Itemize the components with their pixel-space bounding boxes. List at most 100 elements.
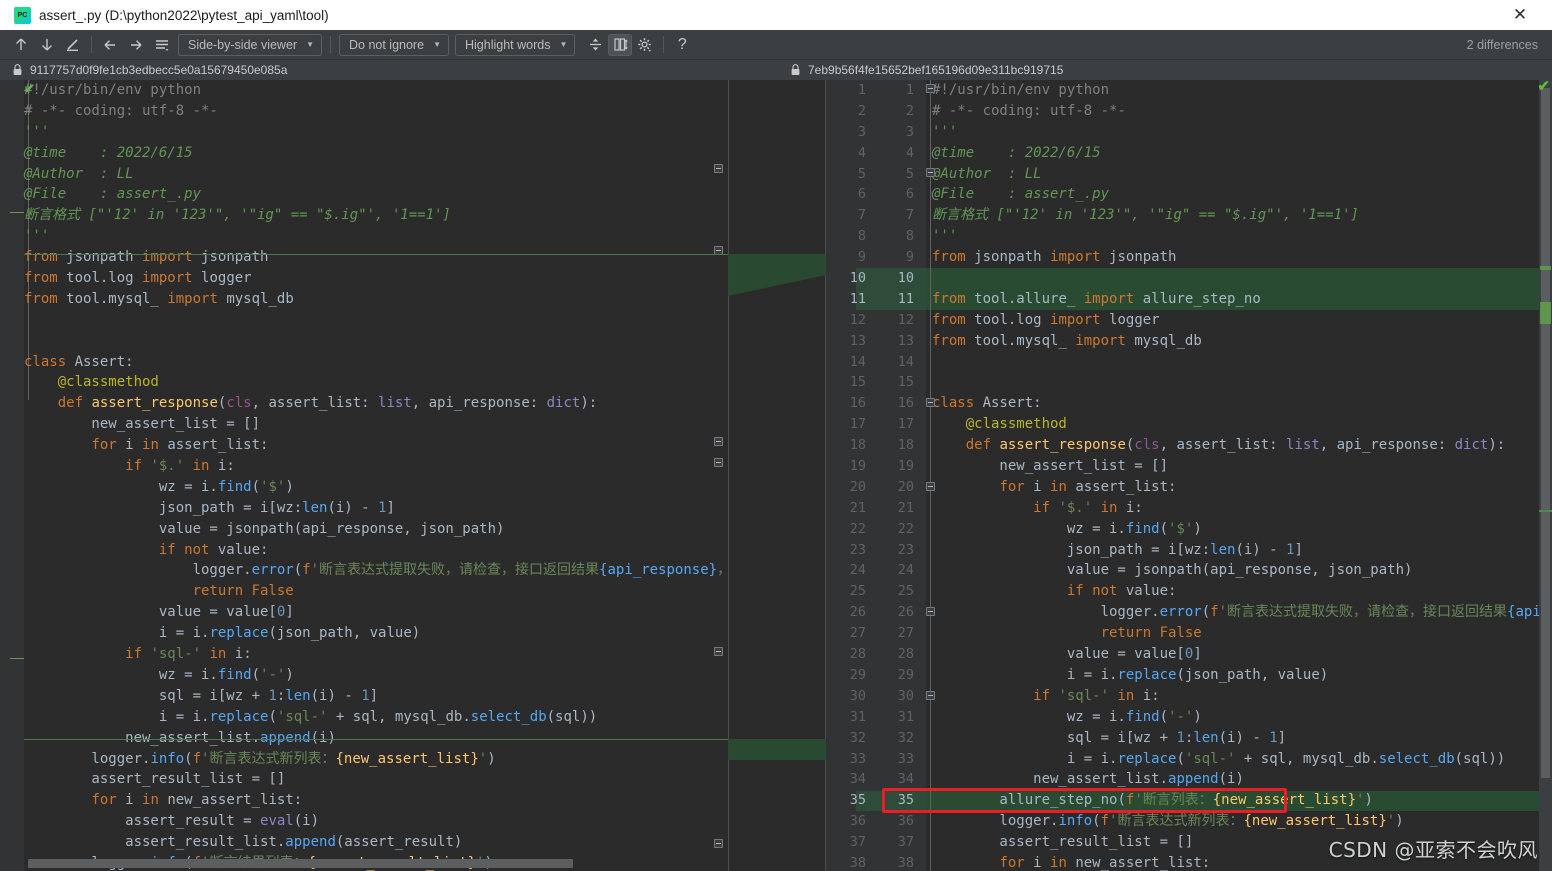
right-new-line-numbers: 1 2 3 4 5 6 7 8 9 10 11 12 13 14 15 16 17 18 19 20 21 22 23 24 2…	[872, 80, 920, 871]
close-window-button[interactable]: ✕	[1500, 0, 1540, 30]
line-number: 6	[905, 186, 914, 203]
code-token: mysql_db	[1134, 332, 1202, 349]
change-marker[interactable]	[1539, 510, 1552, 512]
code-token: @classmethod	[932, 416, 1067, 433]
left-diff-pane[interactable]: #!/usr/bin/env python # -*- coding: utf-8…	[0, 80, 728, 871]
collapse-unchanged-icon[interactable]	[582, 33, 608, 57]
code-token: json_path = i[wz:	[932, 541, 1211, 558]
code-token: ]	[1294, 541, 1303, 558]
go-forward-icon[interactable]	[123, 33, 149, 57]
diff-panes: #!/usr/bin/env python # -*- coding: utf-8…	[0, 80, 1552, 871]
diff-options-menu-icon[interactable]	[149, 33, 175, 57]
ignore-mode-dropdown[interactable]: Do not ignore ▼	[339, 33, 449, 56]
code-token: value = jsonpath(api_response, json_path…	[24, 520, 505, 537]
inspection-ok-icon-left[interactable]: ✔	[24, 82, 35, 95]
line-number: 33	[849, 750, 866, 767]
viewer-mode-dropdown[interactable]: Side-by-side viewer ▼	[178, 33, 322, 56]
toolbar-divider-2	[330, 36, 331, 53]
code-token: return False	[1100, 625, 1202, 642]
right-diff-pane[interactable]: 1 2 3 4 5 6 7 8 9 10 11 12 13 14 15 16 17 18 19 20 21 22 23 24 2…	[826, 80, 1552, 871]
code-token: info	[150, 750, 185, 767]
code-token: )	[487, 750, 496, 767]
code-token: 'sql-'	[1058, 687, 1118, 704]
right-scrollbar-thumb[interactable]	[1541, 88, 1550, 778]
code-token: (assert_result)	[335, 834, 463, 851]
fold-marker[interactable]	[714, 437, 723, 446]
code-token: in	[1117, 687, 1143, 704]
code-token: :	[1033, 395, 1042, 412]
line-number: 24	[849, 562, 866, 579]
code-token: replace	[209, 625, 269, 642]
code-line: logger.error(f'断言表达式提取失败，请检查，接口返回结果{api_…	[932, 602, 1552, 623]
fold-marker[interactable]	[926, 84, 935, 93]
code-token: ):	[1488, 437, 1506, 454]
fold-marker[interactable]	[926, 691, 935, 700]
code-token: logger	[201, 270, 252, 287]
line-number: 17	[897, 416, 914, 433]
code-line: def assert_response(cls, assert_list: li…	[24, 393, 728, 414]
left-code-text[interactable]: #!/usr/bin/env python # -*- coding: utf-8…	[24, 80, 728, 871]
code-token: @Author : LL	[24, 165, 134, 182]
code-token: assert_response	[999, 437, 1126, 454]
code-token: #!/usr/bin/env python	[24, 82, 202, 98]
line-number: 33	[897, 750, 914, 767]
code-token: def	[57, 395, 92, 412]
code-line: @classmethod	[24, 372, 728, 393]
right-revision-hash: 7eb9b56f4fe15652bef165196d09e311bc919715	[808, 63, 1064, 77]
code-token: '''	[932, 123, 958, 140]
help-icon[interactable]: ?	[669, 33, 695, 57]
code-token: if	[125, 458, 151, 475]
code-token: {new_assert_list}	[335, 750, 479, 767]
change-marker[interactable]	[1540, 266, 1551, 270]
code-token: '	[478, 750, 488, 767]
code-line: if not value:	[932, 581, 1552, 602]
code-token: i:	[217, 458, 235, 475]
next-difference-icon[interactable]	[34, 33, 60, 57]
code-line: value = value[0]	[24, 602, 728, 623]
fold-marker[interactable]	[926, 482, 935, 491]
pycharm-logo-icon	[14, 6, 31, 24]
code-token: list	[1286, 437, 1320, 454]
code-token: tool.mysql_	[66, 290, 168, 307]
code-token: {api_response}	[599, 562, 718, 579]
code-token: select_db	[470, 708, 547, 725]
left-horizontal-scrollbar[interactable]	[28, 859, 573, 868]
code-line: i = i.replace(json_path, value)	[932, 665, 1552, 686]
code-token: + sql, mysql_db.	[1243, 750, 1379, 767]
fold-marker[interactable]	[714, 647, 723, 656]
code-token: assert_result =	[24, 813, 261, 830]
change-marker[interactable]	[1540, 302, 1551, 324]
code-token: )	[285, 478, 294, 495]
line-number: 23	[897, 541, 914, 558]
line-number: 38	[849, 854, 866, 871]
fold-marker[interactable]	[714, 164, 723, 173]
fold-marker[interactable]	[926, 607, 935, 616]
code-token: '$'	[1168, 520, 1194, 537]
synchronize-scrolling-icon[interactable]	[608, 33, 633, 56]
inspection-ok-icon[interactable]: ✔	[1537, 80, 1550, 94]
code-line: assert_result_list.append(assert_result)	[24, 832, 728, 853]
code-token: (	[1159, 520, 1169, 537]
fold-marker[interactable]	[714, 839, 723, 848]
code-token: value:	[217, 541, 269, 558]
diff-connector-shapes	[728, 254, 826, 760]
previous-difference-icon[interactable]	[8, 33, 34, 57]
go-back-icon[interactable]	[97, 33, 123, 57]
fold-marker[interactable]	[926, 168, 935, 177]
left-gutter	[0, 80, 24, 871]
fold-marker[interactable]	[926, 398, 935, 407]
settings-gear-icon[interactable]	[632, 33, 658, 57]
code-line: allure_step_no(f'断言列表：{new_assert_list}'…	[932, 790, 1552, 811]
code-token: value:	[1125, 583, 1177, 600]
highlight-mode-dropdown[interactable]: Highlight words ▼	[454, 33, 576, 56]
code-line: sql = i[wz + 1:len(i) - 1]	[24, 686, 728, 707]
code-token: )	[285, 666, 294, 683]
fold-marker[interactable]	[714, 458, 723, 467]
right-code-text[interactable]: #!/usr/bin/env python # -*- coding: utf-8…	[932, 80, 1552, 871]
apply-difference-icon[interactable]	[60, 33, 86, 57]
